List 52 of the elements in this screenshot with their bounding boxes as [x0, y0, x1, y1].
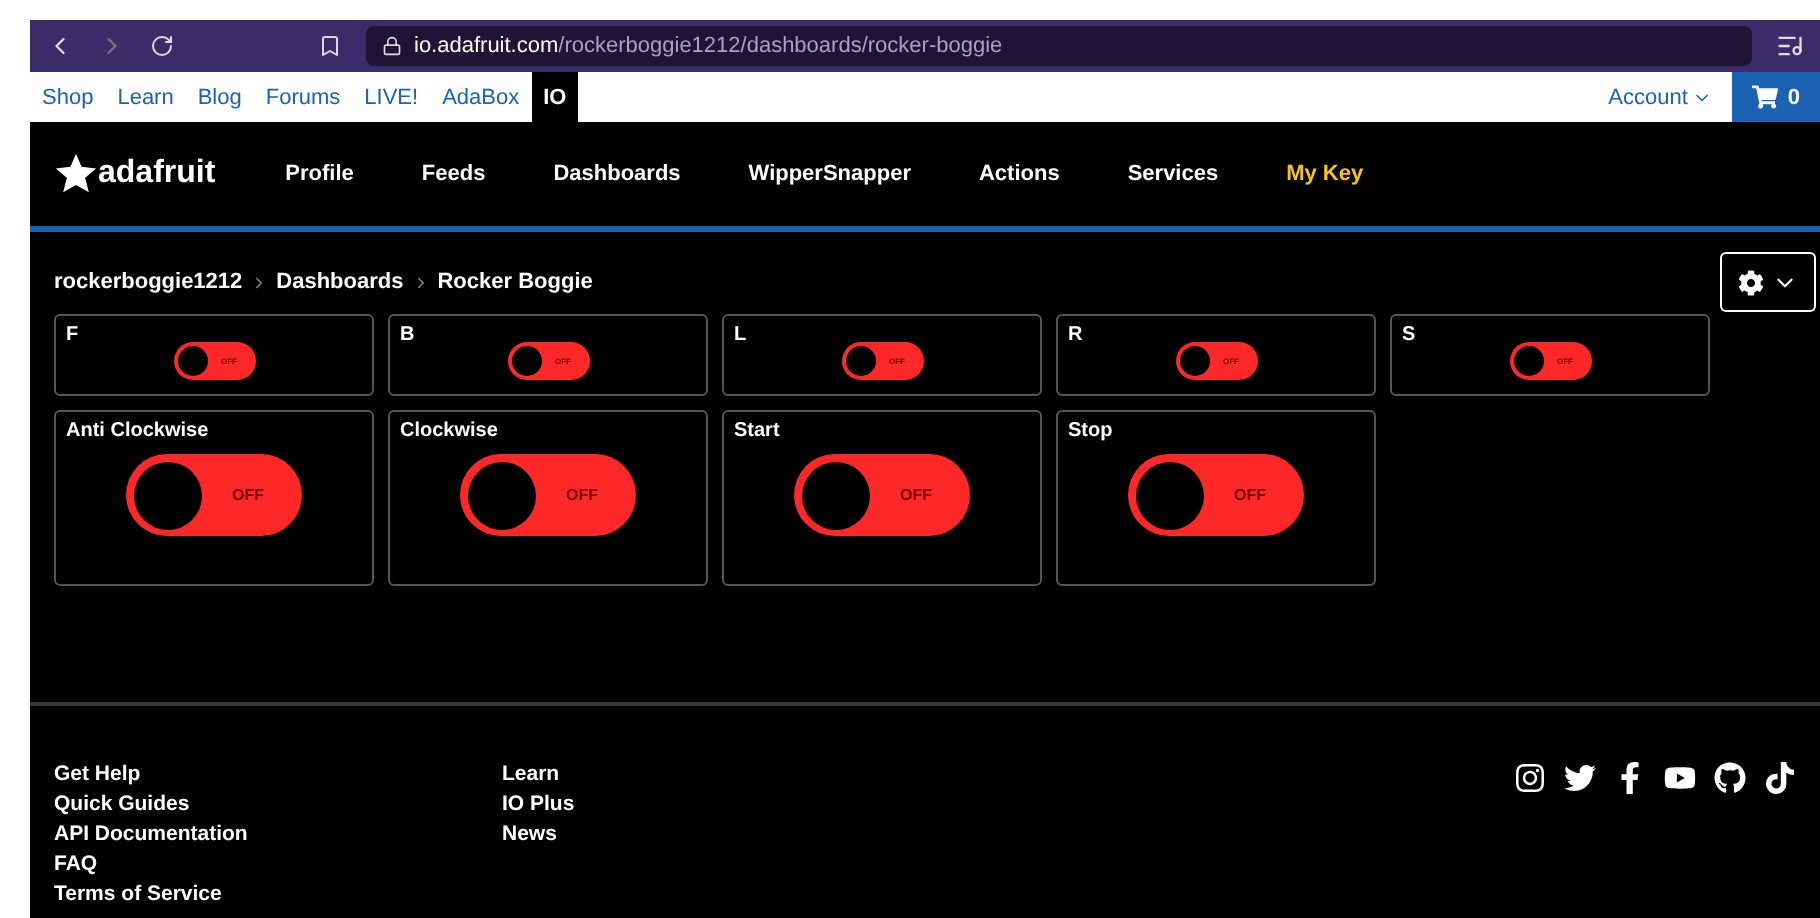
site-nav-link[interactable]: LIVE! — [352, 72, 431, 122]
block-title: Stop — [1068, 420, 1113, 442]
tiktok-icon[interactable] — [1764, 762, 1796, 794]
instagram-icon[interactable] — [1514, 762, 1546, 794]
address-bar[interactable]: io.adafruit.com/rockerboggie1212/dashboards/rocker-boggie — [366, 26, 1752, 66]
adafruit-logo[interactable]: adafruit — [54, 152, 216, 196]
nav-link[interactable]: Feeds — [387, 162, 520, 186]
twitter-icon[interactable] — [1564, 762, 1596, 794]
nav-link[interactable]: Dashboards — [519, 162, 715, 186]
site-nav-link[interactable]: Shop — [30, 72, 106, 122]
footer-link[interactable]: IO Plus — [502, 792, 950, 816]
cart-icon — [1751, 84, 1778, 110]
playlist-icon[interactable] — [1776, 32, 1804, 60]
bookmark-icon[interactable] — [318, 34, 342, 58]
block-title: B — [400, 324, 415, 346]
url-text: io.adafruit.com/rockerboggie1212/dashboards/rocker-boggie — [414, 34, 1003, 58]
cart-button[interactable]: 0 — [1731, 72, 1820, 122]
site-nav-link[interactable]: Learn — [105, 72, 186, 122]
site-nav-link[interactable]: AdaBox — [430, 72, 532, 122]
youtube-icon[interactable] — [1664, 762, 1696, 794]
footer-link[interactable]: FAQ — [54, 852, 502, 876]
nav-link[interactable]: My Key — [1252, 162, 1398, 186]
breadcrumb-link[interactable]: rockerboggie1212 — [54, 270, 243, 294]
site-nav-link[interactable]: Blog — [185, 72, 254, 122]
block-title: S — [1402, 324, 1416, 346]
block-title: Clockwise — [400, 420, 498, 442]
account-menu[interactable]: Account — [1588, 72, 1732, 122]
footer-link[interactable]: API Documentation — [54, 822, 502, 846]
settings-button[interactable] — [1720, 252, 1816, 312]
footer-link[interactable]: Quick Guides — [54, 792, 502, 816]
block-title: Anti Clockwise — [66, 420, 209, 442]
block-title: L — [734, 324, 747, 346]
block-title: R — [1068, 324, 1083, 346]
nav-link[interactable]: Actions — [944, 162, 1094, 186]
footer-link[interactable]: Learn — [502, 762, 950, 786]
lock-icon — [382, 36, 402, 56]
block-title: Start — [734, 420, 780, 442]
github-icon[interactable] — [1714, 762, 1746, 794]
star-logo-icon — [54, 152, 98, 196]
breadcrumb-link[interactable]: Rocker Boggie — [437, 270, 593, 294]
footer-link[interactable]: News — [502, 822, 950, 846]
breadcrumb-link[interactable]: Dashboards — [276, 270, 404, 294]
block-title: F — [66, 324, 79, 346]
reload-icon[interactable] — [150, 34, 174, 58]
settings-icon — [1738, 269, 1764, 295]
site-nav-link[interactable]: Forums — [253, 72, 353, 122]
footer-link[interactable]: Terms of Service — [54, 882, 502, 906]
nav-link[interactable]: Profile — [251, 162, 388, 186]
nav-link[interactable]: WipperSnapper — [714, 162, 945, 186]
site-nav-link[interactable]: IO — [531, 72, 579, 122]
nav-link[interactable]: Services — [1093, 162, 1253, 186]
footer-link[interactable]: Get Help — [54, 762, 502, 786]
